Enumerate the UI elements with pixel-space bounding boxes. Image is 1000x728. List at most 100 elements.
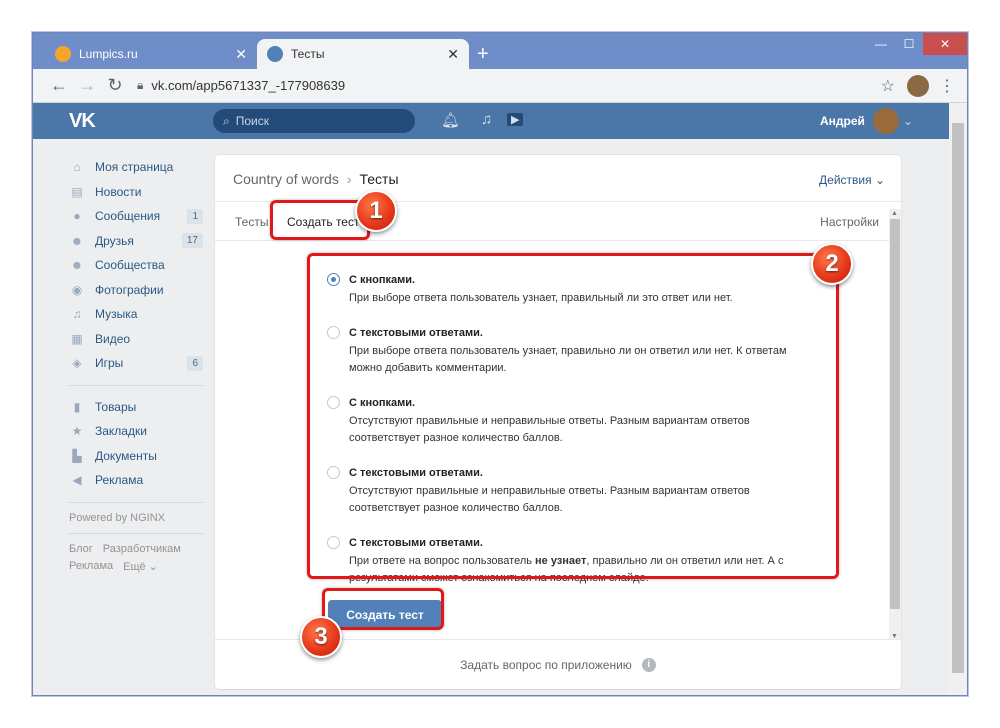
music-icon: ♫ <box>72 307 82 322</box>
games-icon: ◈ <box>72 356 82 371</box>
music-note-icon[interactable]: ♫ <box>481 111 492 128</box>
sidebar-footer-links: Реклама Ещё ⌄ <box>69 560 203 573</box>
lumpics-favicon-icon <box>55 46 71 62</box>
forward-icon[interactable]: → <box>73 75 101 96</box>
user-menu[interactable]: Андрей ⌄ <box>820 108 913 134</box>
home-icon: ⌂ <box>73 160 81 175</box>
sidebar-item-label: Игры <box>95 356 124 371</box>
footer-link-ads[interactable]: Реклама <box>69 560 113 573</box>
content-scrollbar[interactable]: ▲ ▼ <box>889 209 901 641</box>
sidebar-item-goods[interactable]: ▮ Товары <box>69 395 203 420</box>
communities-icon: ☻ <box>70 258 84 273</box>
sidebar-footer-links: Блог Разработчикам <box>69 543 203 555</box>
ask-question-link[interactable]: Задать вопрос по приложению <box>460 658 632 672</box>
avatar <box>872 108 899 134</box>
info-icon[interactable]: i <box>641 657 656 672</box>
sidebar-item-news[interactable]: ▤ Новости <box>69 180 203 205</box>
sidebar-item-friends[interactable]: ☻ Друзья 17 <box>69 229 203 254</box>
sidebar-item-music[interactable]: ♫ Музыка <box>69 302 203 327</box>
friends-icon: ☻ <box>70 233 84 248</box>
sidebar-item-ads[interactable]: ◀ Реклама <box>69 468 203 493</box>
sidebar-item-label: Товары <box>95 399 137 414</box>
documents-icon: ▙ <box>72 448 82 463</box>
minimize-icon[interactable]: — <box>867 33 895 55</box>
vk-logo[interactable]: VK <box>69 110 96 133</box>
sidebar-item-communities[interactable]: ☻ Сообщества <box>69 253 203 278</box>
sidebar-item-label: Сообщения <box>95 209 161 224</box>
close-tab-icon[interactable]: ✕ <box>235 46 247 63</box>
sidebar-item-documents[interactable]: ▙ Документы <box>69 444 203 469</box>
sidebar-item-games[interactable]: ◈ Игры 6 <box>69 351 203 376</box>
sidebar-item-label: Документы <box>95 448 157 463</box>
search-input[interactable]: ⌕ Поиск <box>213 109 415 133</box>
sidebar-item-my-page[interactable]: ⌂ Моя страница <box>69 155 203 180</box>
sidebar-item-bookmarks[interactable]: ★ Закладки <box>69 419 203 444</box>
page-title: Тесты <box>359 171 399 187</box>
sidebar-item-messages[interactable]: ● Сообщения 1 <box>69 204 203 229</box>
news-icon: ▤ <box>71 184 83 199</box>
divider <box>69 532 203 534</box>
notifications-bell-icon[interactable]: 🔔︎ <box>441 111 460 129</box>
step-marker-1: 1 <box>355 190 397 232</box>
sidebar-item-photos[interactable]: ◉ Фотографии <box>69 278 203 303</box>
count-badge: 17 <box>181 233 203 249</box>
search-placeholder: Поиск <box>235 114 269 128</box>
tab-label: Lumpics.ru <box>79 47 138 61</box>
goods-icon: ▮ <box>73 399 81 414</box>
divider <box>69 384 203 386</box>
footer-link-more[interactable]: Ещё ⌄ <box>123 560 158 573</box>
user-name: Андрей <box>820 114 865 128</box>
breadcrumb: Country of words › Тесты <box>233 171 399 187</box>
close-window-icon[interactable]: ✕ <box>923 33 967 55</box>
step-marker-2: 2 <box>811 243 853 285</box>
reload-icon[interactable]: ↻ <box>101 75 129 96</box>
browser-tab-tests[interactable]: Тесты ✕ <box>257 39 469 69</box>
vk-favicon-icon <box>267 46 283 62</box>
divider <box>69 501 203 503</box>
close-tab-icon[interactable]: ✕ <box>447 46 459 63</box>
address-bar[interactable]: 🔒︎ vk.com/app5671337_-177908639 <box>137 73 873 99</box>
lock-icon: 🔒︎ <box>137 78 144 92</box>
footer-link-developers[interactable]: Разработчикам <box>103 543 181 555</box>
play-icon[interactable]: ▶ <box>507 113 524 126</box>
browser-menu-icon[interactable]: ⋮ <box>939 76 955 96</box>
scroll-up-icon[interactable]: ▲ <box>891 210 898 217</box>
sidebar-item-video[interactable]: ▦ Видео <box>69 327 203 352</box>
sidebar-item-label: Реклама <box>95 473 144 488</box>
search-icon: ⌕ <box>223 113 230 128</box>
footer-link-blog[interactable]: Блог <box>69 543 93 555</box>
video-icon: ▦ <box>71 331 83 346</box>
powered-by: Powered by NGINX <box>69 511 165 524</box>
sidebar-item-label: Фотографии <box>95 282 164 297</box>
sidebar-item-label: Сообщества <box>95 258 165 273</box>
highlight-box-3 <box>322 588 444 630</box>
bookmark-star-icon[interactable]: ☆ <box>881 76 895 96</box>
new-tab-icon[interactable]: + <box>477 43 489 66</box>
highlight-box-2 <box>307 253 839 579</box>
back-icon[interactable]: ← <box>45 75 73 96</box>
tab-label: Тесты <box>291 47 325 61</box>
sidebar-item-label: Моя страница <box>95 160 174 175</box>
ads-icon: ◀ <box>72 473 82 488</box>
scrollbar-thumb[interactable] <box>952 123 964 673</box>
messages-icon: ● <box>73 209 81 224</box>
chevron-right-icon: › <box>346 171 352 187</box>
page-scrollbar[interactable] <box>949 103 967 695</box>
breadcrumb-parent[interactable]: Country of words <box>233 171 339 187</box>
browser-toolbar: ← → ↻ 🔒︎ vk.com/app5671337_-177908639 ☆ … <box>33 69 967 103</box>
profile-avatar[interactable] <box>907 74 929 97</box>
sidebar-item-label: Видео <box>95 331 131 346</box>
chevron-down-icon: ⌄ <box>902 114 913 128</box>
maximize-icon[interactable]: ☐ <box>895 33 923 55</box>
tab-tests[interactable]: Тесты <box>235 215 268 229</box>
left-sidebar: ⌂ Моя страница ▤ Новости ● Сообщения 1 ☻ Друз… <box>69 155 203 573</box>
photos-icon: ◉ <box>71 282 83 297</box>
actions-menu[interactable]: Действия ⌄ <box>819 173 885 187</box>
window-controls: — ☐ ✕ <box>867 33 967 55</box>
sidebar-item-label: Друзья <box>95 233 134 248</box>
url-text: vk.com/app5671337_-177908639 <box>151 78 346 93</box>
tab-settings[interactable]: Настройки <box>820 215 879 229</box>
bookmarks-icon: ★ <box>71 424 83 439</box>
scrollbar-thumb[interactable] <box>890 219 900 609</box>
browser-tab-lumpics[interactable]: Lumpics.ru ✕ <box>45 39 257 69</box>
